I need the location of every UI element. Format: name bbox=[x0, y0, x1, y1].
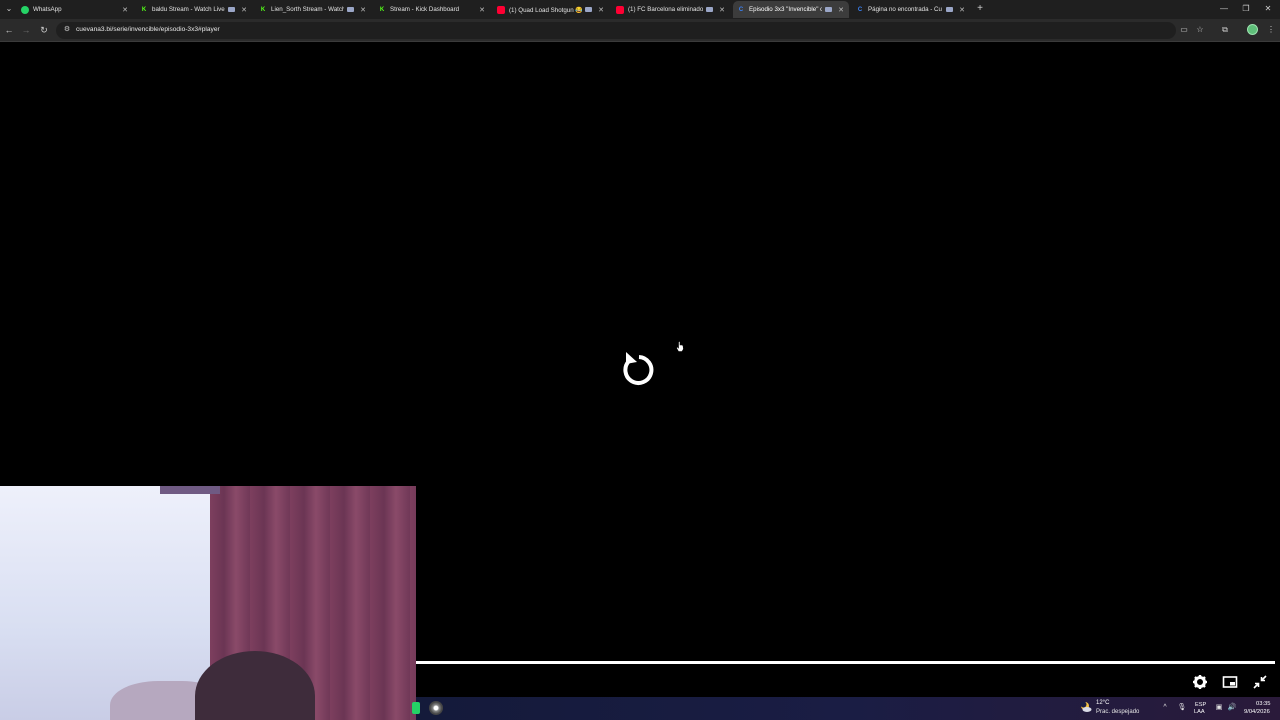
tab-media-icon[interactable] bbox=[228, 7, 235, 12]
volume-icon[interactable]: 🔊 bbox=[1227, 703, 1237, 713]
bookmark-star-icon[interactable]: ☆ bbox=[1194, 24, 1206, 36]
close-window-icon[interactable]: ✕ bbox=[1262, 3, 1274, 15]
extensions-icon[interactable]: ⧉ bbox=[1219, 24, 1231, 36]
taskbar: 12°C Prac. despejado ^ 🎙 ESP LAA ▣ 🔊 03:… bbox=[412, 697, 1280, 720]
tab-title: baldu Stream - Watch Live bbox=[152, 6, 225, 13]
tab-media-icon[interactable] bbox=[706, 7, 713, 12]
progress-bar-fill[interactable] bbox=[416, 661, 1275, 664]
site-info-icon[interactable]: ⚙ bbox=[62, 25, 72, 35]
tab-7[interactable]: C Página no encontrada - Cu ✕ bbox=[852, 1, 970, 18]
tab-close-icon[interactable]: ✕ bbox=[717, 6, 727, 14]
tab-title: (1) FC Barcelona eliminado bbox=[628, 6, 703, 13]
new-tab-button[interactable]: + bbox=[975, 3, 985, 15]
network-icon[interactable]: ▣ bbox=[1214, 703, 1224, 713]
exit-fullscreen-icon[interactable] bbox=[1252, 674, 1268, 690]
replay-icon[interactable] bbox=[620, 349, 658, 389]
show-hidden-icons-chevron-icon[interactable]: ^ bbox=[1160, 703, 1170, 713]
tab-title: WhatsApp bbox=[33, 6, 62, 13]
reload-icon[interactable]: ↻ bbox=[38, 24, 50, 36]
tab-close-icon[interactable]: ✕ bbox=[358, 6, 368, 14]
back-icon[interactable]: ← bbox=[3, 24, 15, 36]
weather-description[interactable]: Prac. despejado bbox=[1096, 709, 1139, 715]
whatsapp-taskbar-icon[interactable] bbox=[412, 702, 420, 714]
youtube-icon bbox=[497, 5, 505, 14]
tab-2[interactable]: K Lien_Sorth Stream - Watch Live ✕ bbox=[255, 1, 371, 18]
tab-close-icon[interactable]: ✕ bbox=[957, 6, 967, 14]
tab-close-icon[interactable]: ✕ bbox=[120, 6, 130, 14]
tab-close-icon[interactable]: ✕ bbox=[596, 6, 606, 14]
browser-menu-icon[interactable]: ⋮ bbox=[1265, 24, 1277, 36]
whatsapp-icon bbox=[21, 5, 29, 14]
tab-close-icon[interactable]: ✕ bbox=[836, 6, 846, 14]
kick-icon: K bbox=[260, 6, 266, 13]
microphone-icon[interactable]: 🎙 bbox=[1177, 703, 1187, 713]
tab-title: Episodio 3x3 "Invencible" o bbox=[749, 6, 822, 13]
address-bar[interactable]: ⚙ cuevana3.bi/serie/invencible/episodio-… bbox=[56, 22, 1176, 39]
kick-icon: K bbox=[141, 6, 147, 13]
tab-5[interactable]: (1) FC Barcelona eliminado ✕ bbox=[612, 1, 730, 18]
tab-title: Página no encontrada - Cu bbox=[868, 6, 942, 13]
tab-title: (1) Quad Load Shotgun 😂 ( bbox=[509, 6, 582, 14]
clock-date[interactable]: 9/04/2026 bbox=[1244, 709, 1270, 715]
webcam-door-frame bbox=[160, 486, 220, 494]
tab-3[interactable]: K Stream - Kick Dashboard ✕ bbox=[374, 1, 490, 18]
settings-gear-icon[interactable] bbox=[1192, 674, 1208, 690]
youtube-icon bbox=[616, 5, 624, 14]
url-text[interactable]: cuevana3.bi/serie/invencible/episodio-3x… bbox=[76, 26, 220, 33]
weather-moon-cloud-icon[interactable] bbox=[1080, 701, 1092, 713]
tab-strip: ⌄ WhatsApp ✕ Kbaldu Stream - Watch Live ✕ K L… bbox=[0, 0, 1280, 19]
clock-time[interactable]: 03:35 bbox=[1256, 701, 1271, 707]
tab-0[interactable]: WhatsApp ✕ bbox=[17, 1, 133, 18]
tab-media-icon[interactable] bbox=[347, 7, 354, 12]
tab-close-icon[interactable]: ✕ bbox=[239, 6, 249, 14]
cuevana-icon: C bbox=[857, 6, 863, 13]
browser-toolbar: ← → ↻ ⚙ cuevana3.bi/serie/invencible/epi… bbox=[0, 19, 1280, 42]
tab-media-icon[interactable] bbox=[946, 7, 953, 12]
chrome-taskbar-icon[interactable] bbox=[429, 701, 443, 715]
minimize-icon[interactable]: — bbox=[1218, 3, 1230, 15]
language-region[interactable]: LAA bbox=[1194, 709, 1205, 715]
tab-6[interactable]: C Episodio 3x3 "Invencible" o ✕ bbox=[733, 1, 849, 18]
forward-icon[interactable]: → bbox=[20, 24, 32, 36]
tab-4[interactable]: (1) Quad Load Shotgun 😂 ( ✕ bbox=[493, 1, 609, 18]
tab-media-icon[interactable] bbox=[825, 7, 832, 12]
tab-title: Lien_Sorth Stream - Watch Live bbox=[271, 6, 344, 13]
kick-icon: K bbox=[379, 6, 385, 13]
hand-cursor-icon bbox=[676, 341, 684, 352]
tab-1[interactable]: Kbaldu Stream - Watch Live ✕ bbox=[136, 1, 252, 18]
weather-temperature[interactable]: 12°C bbox=[1096, 700, 1109, 706]
webcam-overlay bbox=[0, 486, 416, 720]
cast-icon[interactable]: ▭ bbox=[1178, 24, 1190, 36]
restore-icon[interactable]: ❐ bbox=[1240, 3, 1252, 15]
tab-close-icon[interactable]: ✕ bbox=[477, 6, 487, 14]
language-code[interactable]: ESP bbox=[1195, 702, 1206, 708]
tab-media-icon[interactable] bbox=[585, 7, 592, 12]
tab-search-icon[interactable]: ⌄ bbox=[3, 3, 15, 15]
cuevana-icon: C bbox=[738, 6, 744, 13]
profile-avatar[interactable] bbox=[1247, 24, 1258, 35]
picture-in-picture-icon[interactable] bbox=[1222, 674, 1238, 690]
tab-title: Stream - Kick Dashboard bbox=[390, 6, 460, 13]
